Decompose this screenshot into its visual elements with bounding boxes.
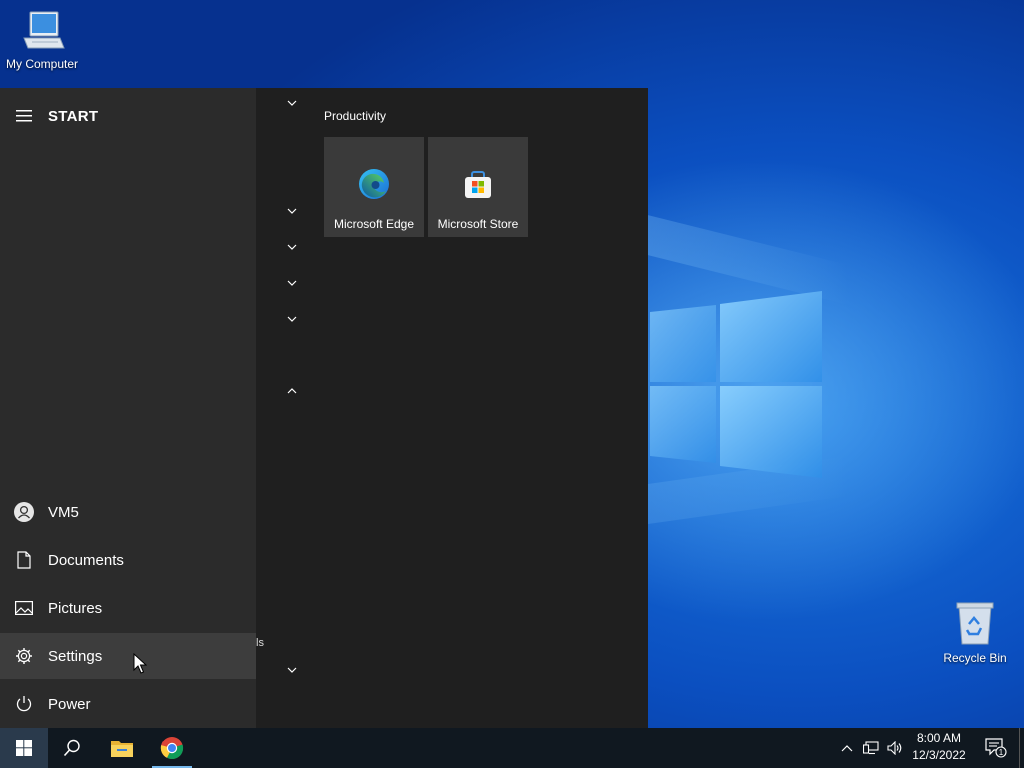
network-tray-button[interactable]	[860, 728, 882, 768]
chevron-up-icon	[287, 388, 297, 394]
start-menu-sidebar: START VM5 Documents Pictures Settings Po…	[0, 88, 256, 728]
hamburger-menu-button[interactable]	[0, 100, 48, 132]
pictures-icon	[0, 585, 48, 631]
show-hidden-icons-button[interactable]	[838, 728, 856, 768]
sidebar-item-pictures[interactable]: Pictures	[0, 585, 256, 631]
sidebar-item-label: VM5	[48, 503, 79, 521]
start-menu-title: START	[48, 107, 99, 125]
chrome-taskbar-button[interactable]	[148, 728, 196, 768]
chevron-down-icon	[287, 100, 297, 106]
volume-icon	[887, 741, 902, 755]
volume-tray-button[interactable]	[884, 728, 906, 768]
tile-microsoft-store[interactable]: Microsoft Store	[428, 137, 528, 237]
chevron-down-icon	[287, 208, 297, 214]
clock-date: 12/3/2022	[912, 748, 966, 762]
desktop-icon-label: Recycle Bin	[943, 651, 1007, 665]
sidebar-item-documents[interactable]: Documents	[0, 537, 256, 583]
sidebar-item-label: Documents	[48, 551, 124, 569]
computer-icon	[23, 11, 65, 49]
chevron-up-icon	[841, 745, 853, 752]
show-desktop-button[interactable]	[1019, 728, 1020, 768]
search-button[interactable]	[48, 728, 96, 768]
file-explorer-button[interactable]	[98, 728, 146, 768]
collapse-group-button[interactable]	[280, 276, 304, 290]
tile-label: Microsoft Store	[437, 217, 519, 231]
collapse-group-button[interactable]	[280, 240, 304, 254]
windows-logo-icon	[16, 740, 32, 756]
start-menu: START VM5 Documents Pictures Settings Po…	[0, 88, 648, 728]
chevron-down-icon	[287, 667, 297, 673]
collapse-group-button[interactable]	[280, 663, 304, 677]
store-icon	[465, 171, 491, 198]
app-list-partial-label: ls	[256, 637, 264, 649]
chrome-icon	[160, 737, 184, 760]
chevron-down-icon	[287, 316, 297, 322]
desktop-icon-recycle-bin[interactable]: Recycle Bin	[933, 600, 1017, 665]
tile-microsoft-edge[interactable]: Microsoft Edge	[324, 137, 424, 237]
search-icon	[63, 739, 80, 757]
clock-time: 8:00 AM	[916, 731, 962, 745]
network-icon	[863, 741, 879, 755]
notification-count: 1	[999, 748, 1004, 757]
mouse-cursor-icon	[133, 653, 147, 674]
sidebar-item-label: Pictures	[48, 599, 103, 617]
power-icon	[0, 681, 48, 727]
sidebar-item-label: Power	[48, 695, 91, 713]
edge-icon	[359, 169, 389, 199]
sidebar-item-account[interactable]: VM5	[0, 489, 256, 535]
collapse-group-button[interactable]	[280, 96, 304, 110]
expand-group-button[interactable]	[280, 384, 304, 398]
folder-icon	[111, 741, 133, 757]
action-center-button[interactable]: 1	[976, 728, 1016, 768]
document-icon	[0, 537, 48, 583]
collapse-group-button[interactable]	[280, 204, 304, 218]
action-center-icon: 1	[985, 738, 1007, 758]
tile-label: Microsoft Edge	[333, 217, 415, 231]
taskbar: 8:00 AM 12/3/2022 1	[0, 728, 1024, 768]
gear-icon	[0, 633, 48, 679]
desktop-icon-label: My Computer	[5, 57, 79, 71]
tile-group-title: Productivity	[324, 109, 387, 123]
hamburger-icon	[16, 110, 32, 122]
sidebar-item-settings[interactable]: Settings	[0, 633, 256, 679]
sidebar-item-power[interactable]: Power	[0, 681, 256, 727]
sidebar-item-label: Settings	[48, 647, 103, 665]
chevron-down-icon	[287, 244, 297, 250]
taskbar-clock[interactable]: 8:00 AM 12/3/2022	[906, 730, 972, 766]
app-list	[256, 88, 316, 728]
chevron-down-icon	[287, 280, 297, 286]
start-menu-header: START	[0, 100, 256, 132]
recycle-bin-icon	[956, 602, 994, 645]
desktop-icon-my-computer[interactable]: My Computer	[0, 8, 84, 71]
start-button[interactable]	[0, 728, 48, 768]
collapse-group-button[interactable]	[280, 312, 304, 326]
user-icon	[0, 489, 48, 535]
